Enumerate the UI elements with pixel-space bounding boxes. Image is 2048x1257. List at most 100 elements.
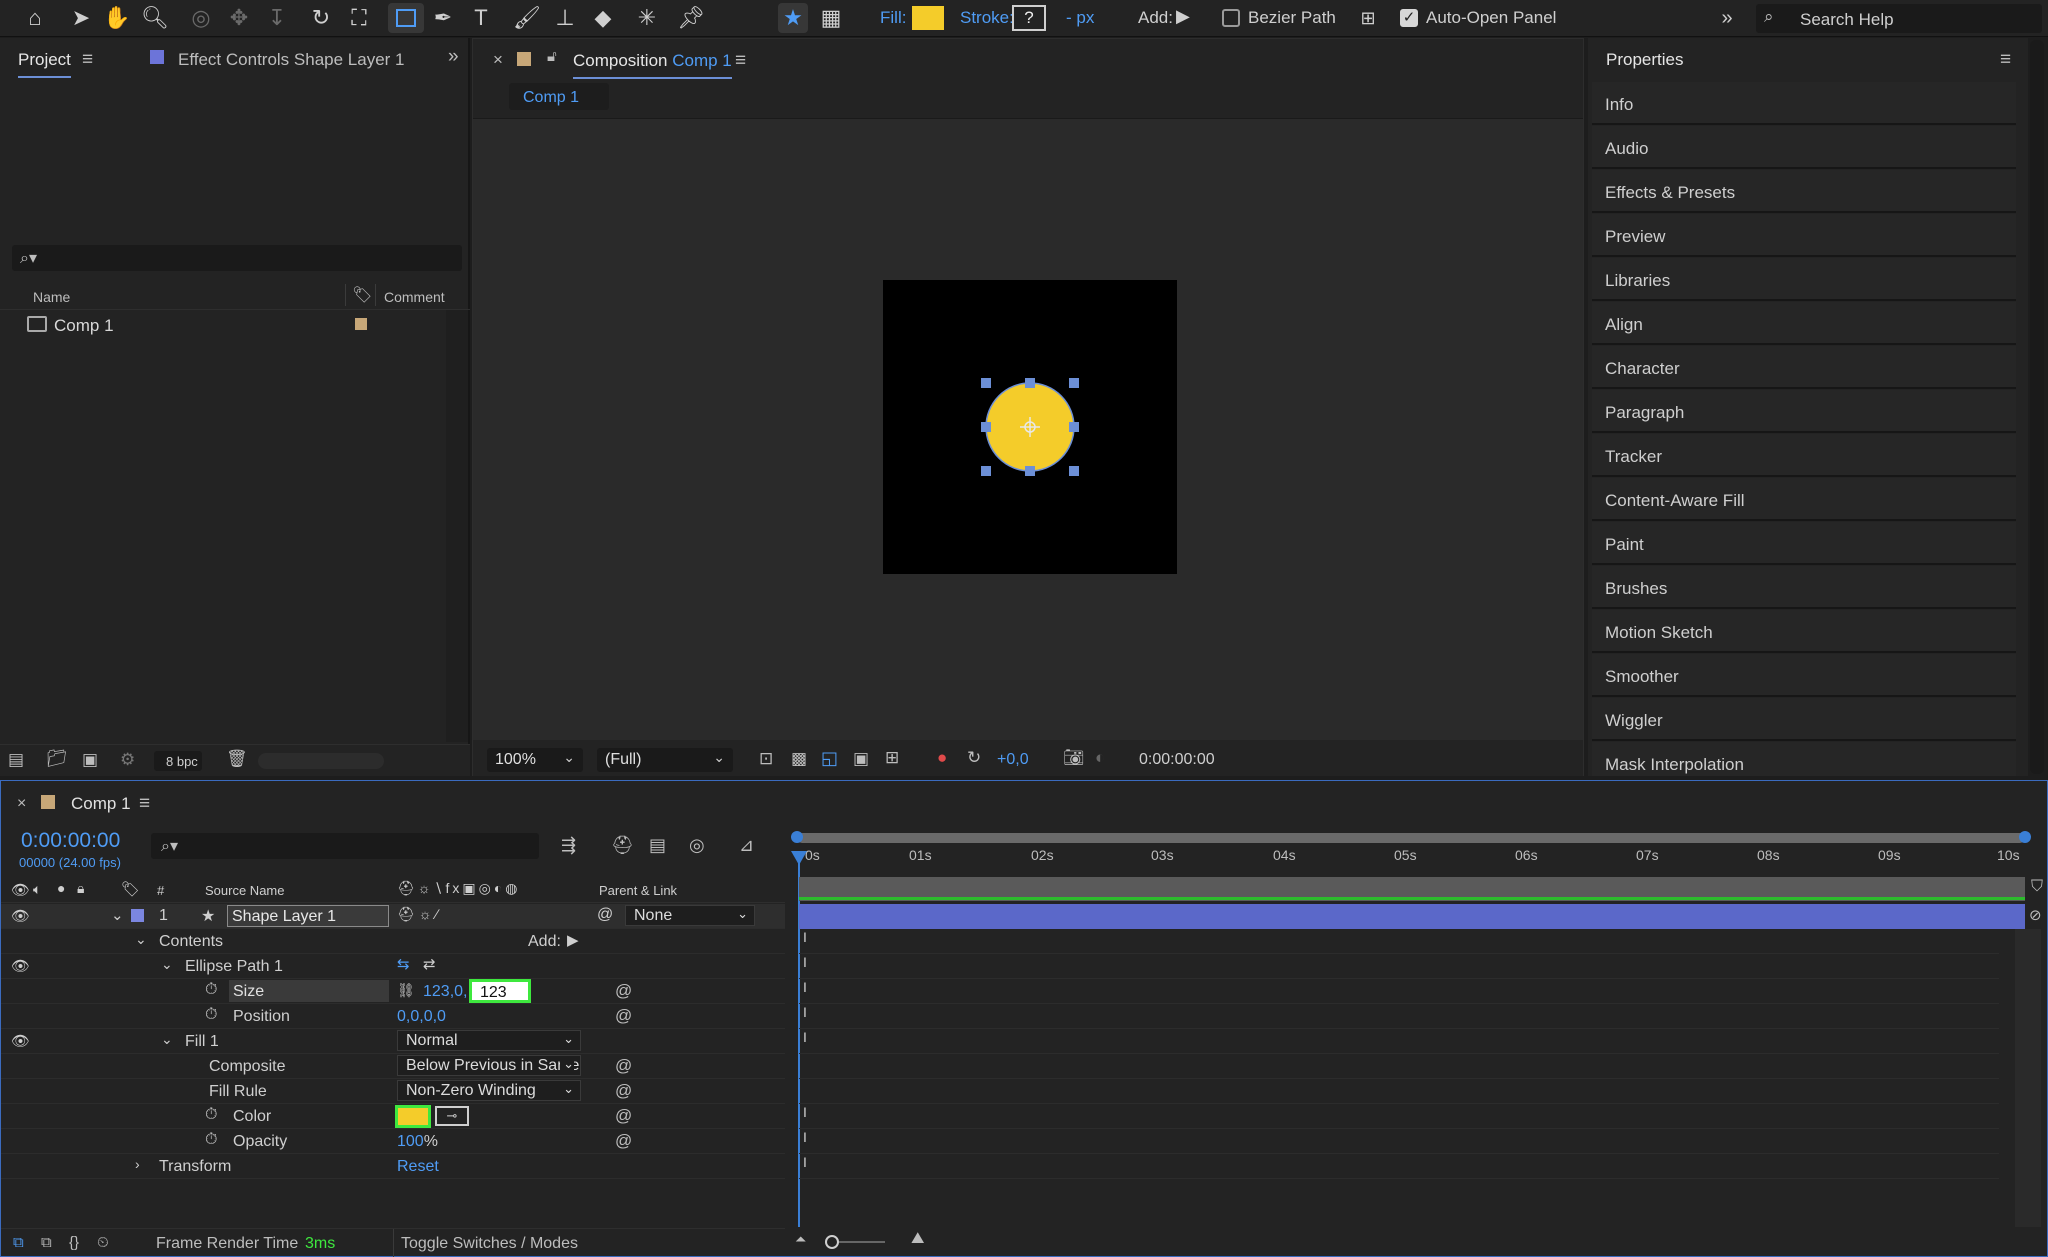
shape-layer-artwork[interactable] (883, 280, 1177, 574)
stopwatch-icon[interactable]: ⏱︎ (205, 1106, 217, 1124)
col-comment[interactable]: Comment (384, 289, 445, 305)
properties-item-smoother[interactable]: Smoother (1592, 654, 2016, 697)
layer-switches-pane-icon[interactable]: ⧉ (13, 1234, 24, 1251)
track-transform[interactable]: I (799, 1154, 1999, 1179)
region-of-interest-icon[interactable]: ▣ (853, 749, 869, 769)
track-contents[interactable]: I (799, 929, 1999, 954)
keyframe-marker-icon[interactable]: I (803, 954, 807, 970)
eraser-tool-icon[interactable]: ◆ (588, 3, 618, 33)
transfer-controls-icon[interactable]: ⧉ (41, 1234, 52, 1251)
rotation-tool-icon[interactable]: ↻ (306, 3, 336, 33)
render-time-icon[interactable]: ⏲︎ (97, 1234, 109, 1251)
fill-row[interactable]: 👁︎ ⌄ Fill 1 Normal ⌄ (1, 1029, 785, 1054)
hand-tool-icon[interactable]: ✋ (102, 3, 132, 33)
audio-icon[interactable]: 🔈︎ (33, 881, 41, 898)
track-fill-rule[interactable] (799, 1079, 1999, 1104)
timeline-search-input[interactable]: ⌕▾ (151, 833, 539, 859)
keyframe-marker-icon[interactable]: I (803, 1029, 807, 1045)
panel-menu-icon[interactable]: ≡ (735, 50, 746, 72)
time-graph[interactable]: 0s 01s 02s 03s 04s 05s 06s 07s 08s 09s 1… (787, 781, 2048, 1257)
properties-item-motion-sketch[interactable]: Motion Sketch (1592, 610, 2016, 653)
project-item-comp[interactable]: Comp 1 ⚯ (0, 310, 470, 340)
selection-tool-icon[interactable]: ➤ (66, 3, 96, 33)
new-folder-icon[interactable]: 📁︎ (46, 749, 68, 769)
expression-icon[interactable]: @ (615, 1106, 632, 1126)
eyedropper-icon[interactable]: ⊸ (435, 1106, 469, 1126)
thumbnail-slider[interactable] (258, 753, 384, 769)
switches-icons[interactable]: ⛑☼∖fx▣◎◐◍ (397, 880, 521, 897)
interpret-footage-icon[interactable]: ▤ (8, 750, 24, 770)
properties-item-tracker[interactable]: Tracker (1592, 434, 2016, 477)
work-area-bar[interactable] (797, 833, 2025, 843)
zoom-tool-icon[interactable]: 🔍︎ (140, 3, 170, 33)
chevron-down-icon[interactable]: ⌄ (111, 906, 124, 924)
stopwatch-icon[interactable]: ⏱︎ (205, 981, 217, 999)
tab-effect-controls[interactable]: Effect Controls Shape Layer 1 (178, 50, 405, 70)
in-out-icon[interactable]: {} (69, 1234, 79, 1251)
resolution-dropdown[interactable]: (Full) ⌄ (597, 748, 733, 772)
zoom-slider-handle[interactable] (825, 1235, 839, 1249)
checker-icon[interactable]: ▦ (816, 3, 846, 33)
properties-item-effects-presets[interactable]: Effects & Presets (1592, 170, 2016, 213)
marker-icon[interactable]: ⛉ (2031, 878, 2043, 896)
video-visibility-icon[interactable]: 👁︎ (11, 881, 30, 899)
track-composite[interactable] (799, 1054, 1999, 1079)
channel-icon[interactable]: ● (937, 748, 947, 768)
pen-tool-icon[interactable]: ✒ (428, 3, 458, 33)
fast-previews-icon[interactable]: ⊡ (759, 749, 773, 769)
snapshot-icon[interactable]: 📷︎ (1063, 748, 1085, 768)
fill-label[interactable]: Fill: (880, 8, 906, 28)
stroke-label[interactable]: Stroke: (960, 8, 1014, 28)
path-direction-reverse-icon[interactable]: ⇄ (423, 955, 436, 973)
size-value-x[interactable]: 123,0, (423, 983, 467, 1001)
position-value[interactable]: 0,0,0,0 (397, 1008, 446, 1026)
stopwatch-icon[interactable]: ⏱︎ (205, 1131, 217, 1149)
expression-icon[interactable]: @ (615, 1081, 632, 1101)
chevron-down-icon[interactable]: ⌄ (161, 956, 173, 973)
pan-camera-icon[interactable]: ✥ (224, 3, 254, 33)
keyframe-marker-icon[interactable]: I (803, 929, 807, 945)
layer-color-swatch[interactable] (131, 909, 144, 922)
properties-item-wiggler[interactable]: Wiggler (1592, 698, 2016, 741)
mask-path-visibility-icon[interactable]: ◱ (821, 748, 838, 769)
properties-item-paragraph[interactable]: Paragraph (1592, 390, 2016, 433)
chevron-right-icon[interactable]: › (135, 1156, 140, 1172)
stroke-swatch[interactable]: ? (1012, 5, 1046, 31)
exposure-value[interactable]: +0,0 (997, 751, 1029, 769)
constrain-proportions-icon[interactable]: ⛓︎ (397, 982, 415, 999)
snapping-icon[interactable]: ⊞ (1354, 3, 1382, 33)
properties-item-character[interactable]: Character (1592, 346, 2016, 389)
keyframe-marker-icon[interactable]: I (803, 979, 807, 995)
brush-tool-icon[interactable]: 🖌︎ (512, 3, 542, 33)
chevron-down-icon[interactable]: ⌄ (161, 1031, 173, 1048)
layer-duration-bar[interactable] (799, 904, 2025, 929)
track-position[interactable]: I (799, 1004, 1999, 1029)
eye-icon[interactable]: 👁︎ (11, 957, 30, 975)
close-icon[interactable]: × (493, 50, 503, 70)
comp-subtab[interactable]: Comp 1 (509, 83, 609, 110)
expression-icon[interactable]: @ (615, 1056, 632, 1076)
properties-item-info[interactable]: Info (1592, 82, 2016, 125)
layer-end-icon[interactable]: ⊘ (2029, 906, 2042, 924)
col-parent-link[interactable]: Parent & Link (599, 883, 677, 898)
puppet-pin-icon[interactable]: 📌︎ (676, 3, 706, 33)
rectangle-tool-icon[interactable] (388, 3, 424, 33)
track-opacity[interactable]: I (799, 1129, 1999, 1154)
track-fill[interactable]: I (799, 1029, 1999, 1054)
star-icon[interactable]: ★ (778, 3, 808, 33)
eye-icon[interactable]: 👁︎ (11, 907, 30, 925)
stopwatch-icon[interactable]: ⏱︎ (205, 1006, 217, 1024)
current-time[interactable]: 0:00:00:00 (21, 829, 120, 853)
grid-guides-icon[interactable]: ⊞ (885, 748, 899, 768)
properties-item-mask-interpolation[interactable]: Mask Interpolation (1592, 742, 2016, 776)
opacity-value[interactable]: 100% (397, 1133, 438, 1151)
workspace-overflow-icon[interactable]: » (1714, 3, 1740, 33)
current-time-display[interactable]: 0:00:00:00 (1139, 751, 1215, 769)
bezier-path-checkbox[interactable] (1222, 9, 1240, 27)
tab-composition[interactable]: Composition Comp 1 (573, 51, 732, 79)
draft-3d-icon[interactable]: ⛑︎ (611, 835, 634, 856)
layer-name[interactable]: Shape Layer 1 (227, 905, 389, 927)
project-scrollbar[interactable] (446, 310, 468, 742)
properties-item-content-aware-fill[interactable]: Content-Aware Fill (1592, 478, 2016, 521)
properties-title[interactable]: Properties (1606, 50, 1683, 70)
